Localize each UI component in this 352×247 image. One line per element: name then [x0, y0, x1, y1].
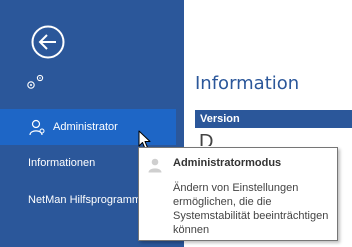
back-arrow-icon[interactable]: [31, 25, 65, 59]
page-title: Information: [195, 73, 300, 94]
tooltip: Administratormodus Ändern von Einstellun…: [138, 147, 338, 241]
version-section-header: Version: [195, 110, 352, 128]
user-icon: [29, 119, 45, 136]
partial-text: D: [199, 131, 214, 146]
user-icon: [148, 158, 162, 173]
gears-icon: [27, 74, 44, 89]
sidebar-item-label: Administrator: [53, 121, 118, 133]
tooltip-title: Administratormodus: [173, 157, 282, 169]
sidebar-item-label: Informationen: [28, 157, 96, 169]
tooltip-body: Ändern von Einstellungen ermöglichen, di…: [173, 182, 329, 236]
sidebar-item-label: NetMan Hilfsprogramme: [28, 194, 148, 206]
